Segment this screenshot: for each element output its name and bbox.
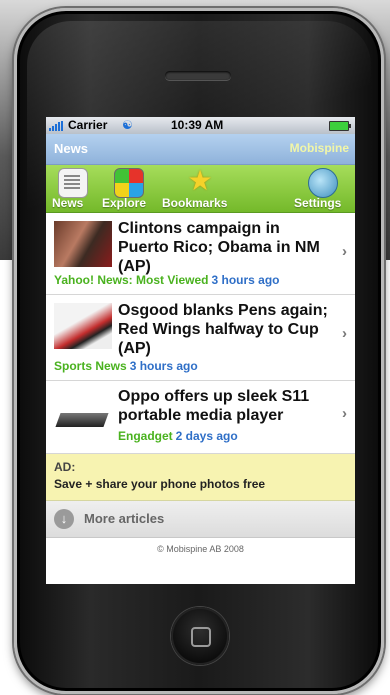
chevron-right-icon: › (342, 405, 347, 422)
chevron-right-icon: › (342, 325, 347, 342)
tab-bookmarks-label: Bookmarks (162, 196, 228, 210)
status-clock: 10:39 AM (171, 118, 224, 132)
article-headline: Osgood blanks Pens again; Red Wings half… (118, 302, 328, 357)
home-square-icon (191, 627, 211, 647)
star-icon: ★ (187, 165, 213, 196)
earpiece-speaker (165, 71, 231, 80)
globe-settings-icon (308, 168, 338, 198)
article-source: Engadget (118, 429, 173, 443)
tab-explore[interactable]: Explore (100, 165, 156, 212)
chevron-right-icon: › (342, 243, 347, 260)
title-bar: News Mobispine (46, 134, 355, 165)
article-time: 3 hours ago (129, 359, 198, 373)
explore-cube-icon (114, 168, 144, 198)
more-articles-button[interactable]: ↓ More articles (46, 501, 355, 538)
tab-settings[interactable]: Settings (294, 165, 350, 212)
brand-logo-text: Mobispine (289, 141, 349, 155)
article-thumbnail (54, 221, 112, 267)
article-headline: Clintons campaign in Puerto Rico; Obama … (118, 220, 320, 275)
status-bar: Carrier ☯ 10:39 AM (46, 117, 355, 134)
carrier-name: Carrier (68, 118, 108, 132)
article-meta: Sports News 3 hours ago (54, 359, 198, 373)
article-time: 3 hours ago (211, 273, 280, 287)
signal-strength-icon (49, 121, 65, 131)
tab-explore-label: Explore (102, 196, 147, 210)
article-thumbnail (54, 389, 112, 435)
tab-settings-label: Settings (294, 196, 342, 210)
ad-banner[interactable]: AD: Save + share your phone photos free (46, 454, 355, 501)
arrow-down-icon: ↓ (54, 509, 74, 529)
footer-copyright: © Mobispine AB 2008 (157, 544, 244, 554)
tab-news[interactable]: News (52, 165, 92, 212)
article-source: Sports News (54, 359, 127, 373)
article-meta: Yahoo! News: Most Viewed 3 hours ago (54, 273, 280, 287)
article-headline: Oppo offers up sleek S11 portable media … (118, 388, 310, 424)
article-thumbnail (54, 303, 112, 349)
article-meta: Engadget 2 days ago (118, 429, 238, 443)
home-button[interactable] (171, 607, 229, 665)
more-articles-label: More articles (84, 511, 165, 526)
article-source: Yahoo! News: Most Viewed (54, 273, 209, 287)
ad-text: Save + share your phone photos free (54, 477, 266, 491)
article-item[interactable]: Clintons campaign in Puerto Rico; Obama … (46, 213, 355, 295)
article-time: 2 days ago (175, 429, 238, 443)
article-item[interactable]: Oppo offers up sleek S11 portable media … (46, 381, 355, 454)
tab-bar: News Explore ★ Bookmarks Settings (46, 165, 355, 213)
article-item[interactable]: Osgood blanks Pens again; Red Wings half… (46, 295, 355, 381)
newspaper-icon (58, 168, 88, 198)
wifi-icon: ☯ (122, 118, 133, 132)
page-title: News (54, 141, 88, 156)
tab-news-label: News (52, 196, 84, 210)
phone-screen: Carrier ☯ 10:39 AM News Mobispine News E… (46, 117, 355, 584)
battery-icon (329, 121, 351, 131)
ad-label: AD: (54, 460, 76, 474)
tab-bookmarks[interactable]: ★ Bookmarks (162, 165, 238, 212)
